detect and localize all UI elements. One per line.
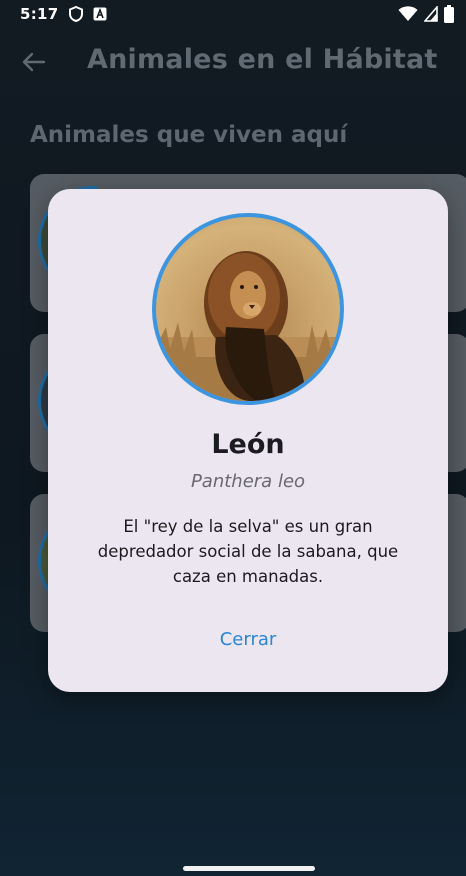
status-time: 5:17 (20, 5, 59, 23)
animal-name: León (211, 429, 285, 460)
app-bar: Animales en el Hábitat (0, 36, 466, 88)
arrow-left-icon (22, 52, 46, 72)
shield-icon (68, 6, 83, 22)
page-title: Animales en el Hábitat (87, 44, 438, 75)
close-button[interactable]: Cerrar (198, 621, 298, 657)
status-right-icons (398, 4, 454, 27)
home-indicator[interactable] (183, 866, 315, 871)
wifi-icon (398, 6, 418, 26)
animal-description: El "rey de la selva" es un gran depredad… (97, 517, 399, 586)
back-button[interactable] (18, 48, 50, 76)
section-title: Animales que viven aquí (30, 122, 348, 148)
animal-detail-dialog: León Panthera leo El "rey de la selva" e… (48, 189, 448, 692)
scientific-name: Panthera leo (190, 471, 306, 492)
lion-photo (152, 213, 344, 405)
signal-icon (423, 4, 438, 26)
battery-icon (444, 5, 454, 27)
status-bar: 5:17 (0, 0, 466, 28)
text-a-icon (93, 7, 107, 21)
